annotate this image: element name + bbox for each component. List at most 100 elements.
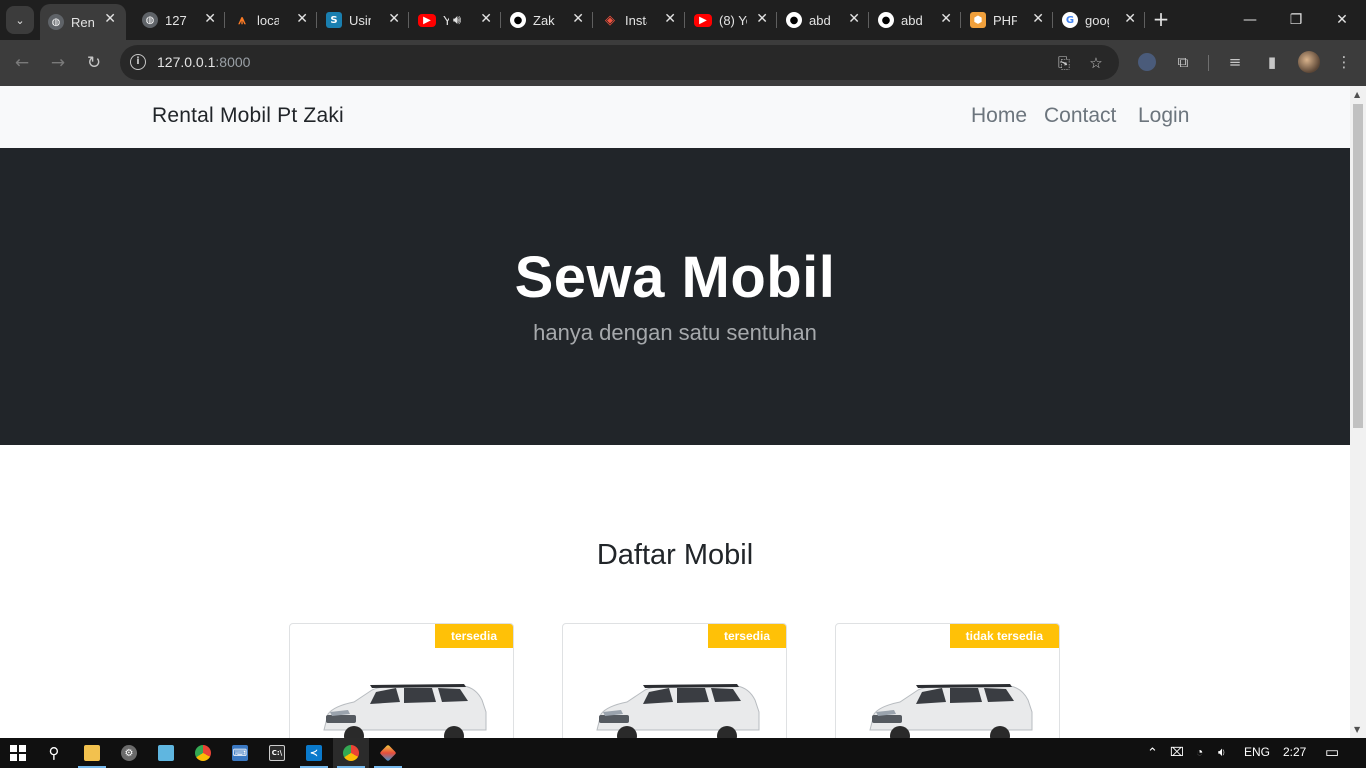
tab-using[interactable]: S Using ✕ xyxy=(318,4,410,36)
car-image xyxy=(596,684,760,738)
notepad-icon[interactable] xyxy=(148,738,184,768)
close-tab-icon[interactable]: ✕ xyxy=(756,11,768,27)
back-arrow-icon[interactable]: ← xyxy=(11,52,33,74)
youtube-icon: ▶ xyxy=(418,13,436,27)
tab-127[interactable]: ◍ 127.0.0.1 ✕ xyxy=(134,4,226,36)
close-tab-icon[interactable]: ✕ xyxy=(204,11,216,27)
tab-title: abdul xyxy=(901,12,923,28)
close-tab-icon[interactable]: ✕ xyxy=(104,11,116,27)
tab-title: YouTube xyxy=(443,12,449,28)
tab-separator xyxy=(960,12,961,28)
xampp-control-icon[interactable]: ⚙ xyxy=(111,738,147,768)
tab-title: (8) YouTube xyxy=(719,12,747,28)
network-icon[interactable]: ⌧ xyxy=(1170,745,1184,759)
close-tab-icon[interactable]: ✕ xyxy=(1032,11,1044,27)
scroll-down-arrow-icon[interactable]: ▼ xyxy=(1354,725,1360,734)
restore-icon[interactable]: ❐ xyxy=(1284,8,1308,32)
google-icon: G xyxy=(1062,12,1078,28)
url-text[interactable]: 127.0.0.1:8000 xyxy=(157,54,250,70)
scroll-thumb[interactable] xyxy=(1353,104,1363,428)
nav-contact[interactable]: Contact xyxy=(1044,104,1116,128)
tab-localhost[interactable]: ⩚ localhost ✕ xyxy=(226,4,318,36)
car-card[interactable]: tersedia xyxy=(289,623,514,738)
address-bar[interactable]: i 127.0.0.1:8000 ⎘ ☆ xyxy=(120,45,1119,80)
tab-separator xyxy=(500,12,501,28)
chrome-icon[interactable] xyxy=(185,738,221,768)
minimize-icon[interactable]: — xyxy=(1238,8,1262,32)
vscode-icon[interactable]: ≺ xyxy=(296,738,332,768)
forward-arrow-icon[interactable]: → xyxy=(47,52,69,74)
close-tab-icon[interactable]: ✕ xyxy=(664,11,676,27)
chrome-running-icon[interactable] xyxy=(333,738,369,768)
terminal-icon[interactable]: C:\ xyxy=(259,738,295,768)
github-icon: ● xyxy=(878,12,894,28)
keyboard-icon[interactable]: ⌨ xyxy=(222,738,258,768)
reload-icon[interactable]: ↻ xyxy=(83,52,105,74)
media-queue-icon[interactable]: ≡ xyxy=(1224,51,1246,73)
page-scrollbar[interactable]: ▲ ▼ xyxy=(1350,86,1366,738)
windows-taskbar: ⚲ ⚙ ⌨ C:\ ≺ ⌃ ⌧ ◔ 🔉︎ ENG 2:27 ▭ xyxy=(0,738,1366,768)
tab-php[interactable]: ⬢ PHP ✕ xyxy=(962,4,1054,36)
close-tab-icon[interactable]: ✕ xyxy=(1124,11,1136,27)
tab-google[interactable]: G google ✕ xyxy=(1054,4,1146,36)
tab-separator xyxy=(1052,12,1053,28)
bookmark-star-icon[interactable]: ☆ xyxy=(1086,53,1106,73)
tab-search-chevron-icon[interactable]: ⌄ xyxy=(6,6,34,34)
speaker-icon[interactable]: 🔊︎ xyxy=(453,13,461,28)
language-indicator[interactable]: ENG xyxy=(1244,745,1270,759)
git-icon[interactable] xyxy=(370,738,406,768)
tab-title: Zaki xyxy=(533,12,555,28)
close-tab-icon[interactable]: ✕ xyxy=(296,11,308,27)
side-panel-icon[interactable]: ▮ xyxy=(1261,51,1283,73)
tab-separator xyxy=(1144,12,1145,28)
tab-title: Instagram xyxy=(625,12,647,28)
tab-github-zaki[interactable]: ● Zaki ✕ xyxy=(502,4,594,36)
tab-separator xyxy=(776,12,777,28)
globe-icon: ◍ xyxy=(48,14,64,30)
tab-title: Using xyxy=(349,12,371,28)
translate-icon[interactable]: ⎘ xyxy=(1054,53,1074,73)
site-navbar: Rental Mobil Pt Zaki Home Contact Login xyxy=(0,86,1350,148)
tab-github-abdul-2[interactable]: ● abdul ✕ xyxy=(870,4,962,36)
page-viewport: Rental Mobil Pt Zaki Home Contact Login … xyxy=(0,86,1350,738)
chevron-up-icon[interactable]: ⌃ xyxy=(1147,745,1158,761)
car-card[interactable]: tidak tersedia xyxy=(835,623,1060,738)
tab-github-abdul-1[interactable]: ● abdul ✕ xyxy=(778,4,870,36)
tab-youtube-audio[interactable]: ▶ YouTube 🔊︎ ✕ xyxy=(410,4,502,36)
close-tab-icon[interactable]: ✕ xyxy=(572,11,584,27)
tab-youtube[interactable]: ▶ (8) YouTube ✕ xyxy=(686,4,778,36)
site-brand[interactable]: Rental Mobil Pt Zaki xyxy=(152,104,344,128)
close-tab-icon[interactable]: ✕ xyxy=(940,11,952,27)
nav-login[interactable]: Login xyxy=(1138,104,1189,128)
wifi-icon[interactable]: ◔ xyxy=(1196,745,1203,759)
extension-cursor-icon[interactable] xyxy=(1138,53,1156,71)
nav-home[interactable]: Home xyxy=(971,104,1027,128)
tab-separator xyxy=(592,12,593,28)
tab-separator xyxy=(224,12,225,28)
menu-kebab-icon[interactable]: ⋮ xyxy=(1333,51,1355,73)
scroll-up-arrow-icon[interactable]: ▲ xyxy=(1354,90,1360,99)
clock[interactable]: 2:27 xyxy=(1283,745,1306,759)
tab-title: abdul xyxy=(809,12,831,28)
extensions-puzzle-icon[interactable]: ⧉ xyxy=(1172,51,1194,73)
toolbar-separator xyxy=(1208,55,1209,71)
close-tab-icon[interactable]: ✕ xyxy=(388,11,400,27)
start-button[interactable] xyxy=(0,738,36,768)
close-window-icon[interactable]: ✕ xyxy=(1330,8,1354,32)
file-explorer-icon[interactable] xyxy=(74,738,110,768)
tab-instagram[interactable]: ◈ Instagram ✕ xyxy=(594,4,686,36)
notifications-icon[interactable]: ▭ xyxy=(1325,743,1339,761)
site-info-icon[interactable]: i xyxy=(130,54,146,70)
volume-icon[interactable]: 🔉︎ xyxy=(1218,745,1226,760)
tab-rental-mobil[interactable]: ◍ Rental Mobil Pt Zaki ✕ xyxy=(40,4,126,40)
close-tab-icon[interactable]: ✕ xyxy=(848,11,860,27)
tab-separator xyxy=(408,12,409,28)
youtube-icon: ▶ xyxy=(694,13,712,27)
search-icon[interactable]: ⚲ xyxy=(36,738,72,768)
profile-avatar[interactable] xyxy=(1298,51,1320,73)
xampp-icon: ⩚ xyxy=(238,12,246,28)
new-tab-plus-icon[interactable]: + xyxy=(1150,8,1172,30)
close-tab-icon[interactable]: ✕ xyxy=(480,11,492,27)
car-card[interactable]: tersedia xyxy=(562,623,787,738)
url-port: :8000 xyxy=(215,54,251,70)
